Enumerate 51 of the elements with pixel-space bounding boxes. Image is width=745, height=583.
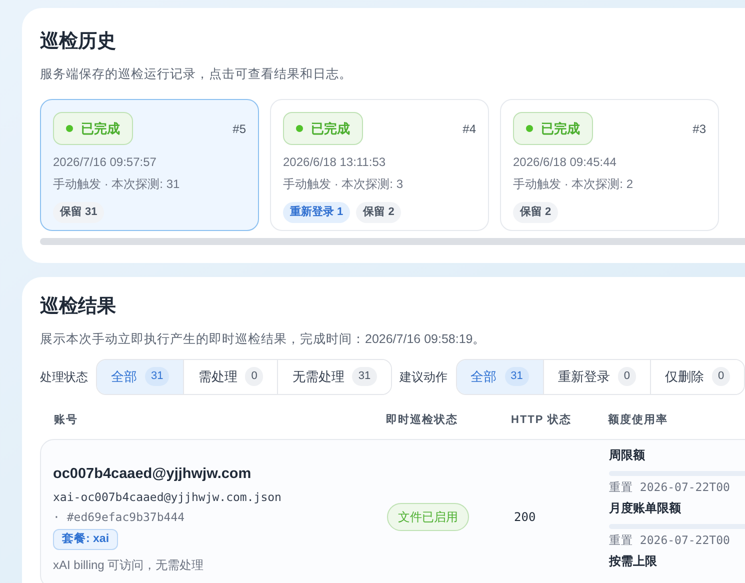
result-tag: 保留 2 bbox=[513, 202, 558, 223]
filter-tab[interactable]: 全部 31 bbox=[97, 360, 184, 394]
column-header: HTTP 状态 bbox=[511, 412, 573, 428]
result-tag: 重新登录 1 bbox=[283, 202, 350, 223]
account-hash: · #ed69efac9b37b444 bbox=[53, 508, 185, 526]
run-summary: 手动触发 · 本次探测: 3 bbox=[283, 176, 404, 194]
count-badge: 31 bbox=[504, 367, 529, 386]
count-badge: 0 bbox=[245, 367, 264, 386]
account-email: oc007b4caaed@yjjhwjw.com bbox=[53, 464, 252, 484]
status-tag: 文件已启用 bbox=[387, 502, 469, 530]
quota-reset: 重置 2026-07-22T00 bbox=[609, 478, 731, 496]
filter-label: 建议动作 bbox=[400, 368, 448, 386]
count-badge: 31 bbox=[352, 367, 377, 386]
run-number: #3 bbox=[692, 120, 706, 138]
run-number: #5 bbox=[232, 120, 246, 138]
filter-label: 处理状态 bbox=[40, 368, 88, 386]
filter-tab[interactable]: 仅删除 0 bbox=[650, 360, 744, 394]
run-time: 2026/6/18 13:11:53 bbox=[283, 154, 387, 172]
run-time: 2026/7/16 09:57:57 bbox=[53, 154, 158, 172]
quota-name: 按需上限 bbox=[609, 553, 658, 570]
http-status: 200 bbox=[513, 508, 536, 526]
account-file: xai-oc007b4caaed@yjjhwjw.com.json bbox=[53, 489, 282, 506]
run-card[interactable]: 已完成 #4 2026/6/18 13:11:53 手动触发 · 本次探测: 3 重新登录 1 保留 2 bbox=[270, 99, 489, 232]
run-summary: 手动触发 · 本次探测: 2 bbox=[513, 176, 634, 194]
account-note: xAI billing 可访问，无需处理 bbox=[53, 557, 204, 574]
count-badge: 0 bbox=[712, 367, 730, 386]
panel-title: 巡检结果 bbox=[40, 295, 117, 320]
column-header: 即时巡检状态 bbox=[386, 412, 459, 428]
result-tag: 保留 31 bbox=[53, 202, 104, 223]
plan-tag: 套餐: xai bbox=[53, 528, 118, 550]
quota-reset: 重置 2026-07-22T00 bbox=[609, 532, 731, 549]
run-summary: 手动触发 · 本次探测: 31 bbox=[53, 176, 181, 194]
filter-tab[interactable]: 无需处理 31 bbox=[277, 360, 391, 394]
status-badge: 已完成 bbox=[513, 112, 593, 146]
status-badge: 已完成 bbox=[53, 112, 133, 146]
panel-subtitle: 服务端保存的巡检运行记录，点击可查看结果和日志。 bbox=[40, 66, 353, 82]
panel-subtitle: 展示本次手动立即执行产生的即时巡检结果，完成时间：2026/7/16 09:58:19。 bbox=[40, 330, 487, 348]
result-tag: 保留 2 bbox=[356, 202, 402, 223]
run-number: #4 bbox=[462, 120, 476, 138]
run-card[interactable]: 已完成 #3 2026/6/18 09:45:44 手动触发 · 本次探测: 2 保留 2 bbox=[500, 99, 719, 232]
count-badge: 31 bbox=[145, 367, 170, 386]
count-badge: 0 bbox=[618, 367, 636, 386]
run-time: 2026/6/18 09:45:44 bbox=[513, 154, 618, 172]
panel-title: 巡检历史 bbox=[40, 30, 117, 54]
column-header: 额度使用率 bbox=[608, 412, 668, 428]
run-card[interactable]: 已完成 #5 2026/7/16 09:57:57 手动触发 · 本次探测: 31 保留 31 bbox=[40, 99, 259, 232]
column-header: 账号 bbox=[53, 412, 79, 428]
quota-name: 周限额 bbox=[609, 446, 646, 464]
filter-tab[interactable]: 全部 31 bbox=[456, 360, 543, 394]
quota-name: 月度账单限额 bbox=[609, 500, 682, 517]
status-badge: 已完成 bbox=[283, 112, 363, 146]
